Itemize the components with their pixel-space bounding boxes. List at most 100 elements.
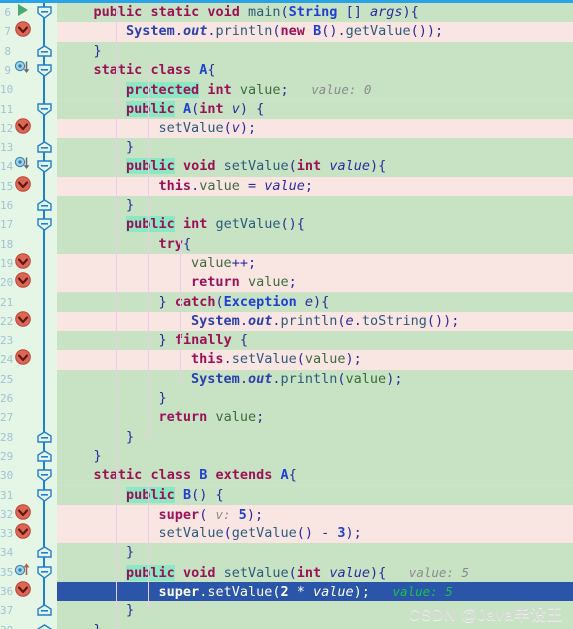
line-number: 36 <box>0 585 14 598</box>
code-line[interactable]: setValue(getValue() - 3); <box>57 524 573 544</box>
code-line[interactable]: System.out.println(value); <box>57 369 573 389</box>
top-indicator-bar <box>0 0 573 3</box>
line-number: 38 <box>0 621 13 629</box>
line-number: 12 <box>0 121 14 135</box>
line-number: 16 <box>0 199 14 212</box>
code-line[interactable]: try{ <box>57 234 573 254</box>
fold-end-icon[interactable] <box>36 623 53 629</box>
line-number: 27 <box>0 411 14 425</box>
editor-window: 6 7 8 9 10 11 12 13 14 15 16 17 18 19 20 21 22 23 24 25 26 27… <box>0 0 573 629</box>
code-line[interactable]: } catch(Exception e){ <box>57 292 573 312</box>
code-line[interactable]: } <box>57 41 573 61</box>
fold-collapse-icon[interactable] <box>36 102 53 116</box>
watermark: CSDN @Java毕设王 <box>408 607 563 624</box>
line-number: 21 <box>0 295 14 309</box>
code-line[interactable]: } <box>57 138 573 158</box>
line-number: 14 <box>0 160 14 174</box>
fold-collapse-icon[interactable] <box>36 565 53 579</box>
line-number: 26 <box>0 392 14 405</box>
code-line[interactable]: static class B extends A{ <box>57 466 573 486</box>
code-line[interactable]: public B() { <box>57 485 573 505</box>
fold-end-icon[interactable] <box>36 430 53 444</box>
overrides-up-icon[interactable] <box>14 561 32 579</box>
run-line-icon[interactable] <box>14 1 32 19</box>
line-number: 13 <box>0 141 14 155</box>
code-line[interactable]: setValue(v); <box>57 118 573 139</box>
inlay-debug-value: value: 5 <box>369 584 453 599</box>
line-number: 35 <box>0 565 14 579</box>
code-line[interactable]: public void setValue(int value){ value: … <box>57 562 573 582</box>
line-number: 31 <box>0 488 14 502</box>
fold-collapse-icon[interactable] <box>36 64 53 77</box>
code-line[interactable]: } <box>57 543 573 563</box>
breakpoint-verified-icon[interactable] <box>14 271 32 289</box>
code-line[interactable]: public int getValue(){ <box>57 215 573 235</box>
breakpoint-verified-icon[interactable] <box>14 503 32 521</box>
breakpoint-verified-icon[interactable] <box>14 20 32 38</box>
fold-collapse-icon[interactable] <box>36 469 53 483</box>
breakpoint-verified-icon[interactable] <box>14 580 32 598</box>
breakpoint-verified-icon[interactable] <box>14 252 32 270</box>
code-line[interactable]: return value; <box>57 273 573 293</box>
code-line[interactable]: super( v: 5); <box>57 504 573 525</box>
line-number-ruler: 6 7 8 9 10 11 12 13 14 15 16 17 18 19 20 21 22 23 24 25 26 27… <box>0 0 14 629</box>
line-number: 10 <box>0 83 14 97</box>
fold-end-icon[interactable] <box>36 199 53 212</box>
implemented-down-icon[interactable] <box>14 59 32 77</box>
breakpoint-verified-icon[interactable] <box>14 310 32 328</box>
code-line[interactable]: super.setValue(2 * value); value: 5 <box>57 582 573 602</box>
fold-collapse-icon[interactable] <box>36 218 53 232</box>
line-number: 11 <box>0 102 14 116</box>
code-line[interactable]: System.out.println(new B().getValue()); <box>57 22 573 42</box>
line-number: 29 <box>0 449 14 463</box>
code-line[interactable]: } <box>57 196 573 216</box>
code-line[interactable]: value++; <box>57 253 573 274</box>
code-line[interactable]: } <box>57 446 573 467</box>
line-number: 7 <box>4 25 11 39</box>
code-line[interactable]: public void setValue(int value){ <box>57 157 573 177</box>
line-number: 17 <box>0 218 14 232</box>
indent-guide-4 <box>148 482 149 612</box>
fold-end-icon[interactable] <box>36 546 53 559</box>
fold-collapse-icon[interactable] <box>36 488 53 502</box>
line-number: 24 <box>0 353 14 367</box>
fold-end-icon[interactable] <box>36 604 53 617</box>
line-number: 28 <box>0 430 14 444</box>
code-line[interactable]: } <box>57 389 573 409</box>
code-line[interactable]: protected int value; value: 0 <box>57 80 573 100</box>
implemented-down-icon[interactable] <box>14 155 32 173</box>
line-number: 33 <box>0 527 14 541</box>
indent-guide-1 <box>116 3 117 629</box>
line-number: 8 <box>4 44 11 58</box>
code-line[interactable]: } <box>57 427 573 447</box>
fold-end-icon[interactable] <box>36 44 53 58</box>
editor-gutter[interactable]: 6 7 8 9 10 11 12 13 14 15 16 17 18 19 20 21 22 23 24 25 26 27… <box>0 0 57 629</box>
line-number: 23 <box>0 334 14 348</box>
code-line[interactable]: public A(int v) { <box>57 99 573 119</box>
code-area[interactable]: public static void main(String [] args){… <box>57 3 573 629</box>
code-line[interactable]: public static void main(String [] args){ <box>57 3 573 23</box>
indent-guide-2 <box>148 60 149 440</box>
line-number: 6 <box>4 6 11 19</box>
fold-end-icon[interactable] <box>36 450 53 463</box>
line-number: 32 <box>0 507 14 521</box>
code-line[interactable]: System.out.println(e.toString()); <box>57 311 573 332</box>
code-line[interactable]: this.setValue(value); <box>57 350 573 370</box>
code-line[interactable]: static class A{ <box>57 60 573 81</box>
line-number: 30 <box>0 469 14 483</box>
breakpoint-verified-icon[interactable] <box>14 348 32 366</box>
line-number: 15 <box>0 179 14 193</box>
code-line[interactable]: this.value = value; <box>57 176 573 196</box>
line-number: 25 <box>0 372 14 386</box>
breakpoint-verified-icon[interactable] <box>14 117 32 135</box>
line-number: 20 <box>0 276 14 290</box>
fold-collapse-icon[interactable] <box>36 160 53 174</box>
code-line[interactable]: } finally { <box>57 331 573 351</box>
line-number: 19 <box>0 256 14 270</box>
fold-collapse-icon[interactable] <box>36 6 53 19</box>
code-line[interactable]: return value; <box>57 408 573 428</box>
fold-end-icon[interactable] <box>36 141 53 154</box>
breakpoint-verified-icon[interactable] <box>14 522 32 540</box>
breakpoint-verified-icon[interactable] <box>14 175 32 193</box>
code-folding-rail <box>43 3 45 613</box>
